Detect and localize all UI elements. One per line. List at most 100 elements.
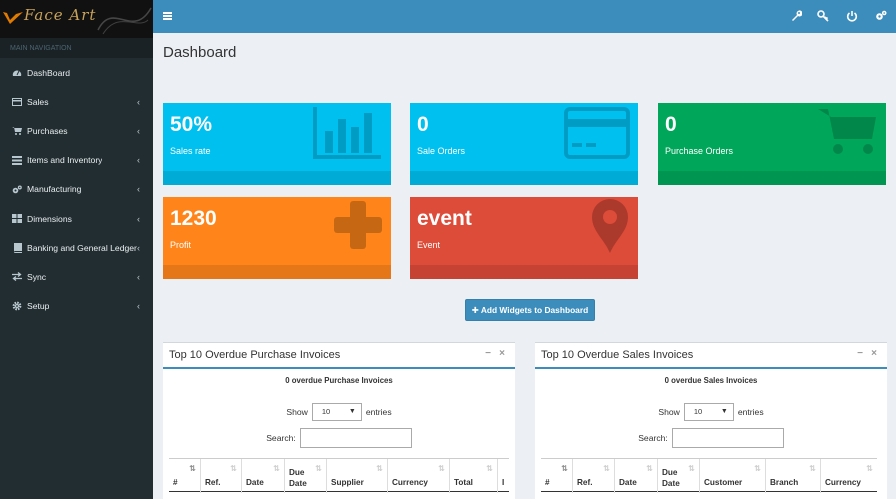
column-header[interactable]: # ⇅ (541, 459, 572, 493)
page-title: Dashboard (163, 44, 237, 61)
chevron-left-icon: ‹ (137, 184, 140, 195)
sort-icon: ⇅ (486, 464, 493, 473)
column-header[interactable]: Ref. ⇅ (572, 459, 614, 493)
show-label: Show (658, 407, 680, 417)
sort-icon: ⇅ (230, 464, 237, 473)
box-value: 0 (417, 113, 429, 136)
key-icon[interactable] (817, 10, 829, 22)
sidebar-item-dimensions[interactable]: Dimensions ‹ (0, 204, 153, 233)
settings-icon[interactable] (875, 10, 887, 22)
plus-icon: ✚ (471, 305, 479, 315)
panel-title: Top 10 Overdue Sales Invoices (541, 349, 694, 361)
entries-label: entries (737, 407, 764, 417)
box-label: Sale Orders (417, 146, 466, 156)
box-label: Sales rate (170, 146, 211, 156)
sidebar-item-dashboard[interactable]: DashBoard (0, 58, 153, 87)
search-label: Search: (266, 433, 296, 443)
column-header[interactable]: Currency ⇅ (820, 459, 877, 493)
power-icon[interactable] (846, 10, 858, 22)
close-icon[interactable]: × (499, 348, 505, 359)
sort-icon: ⇅ (438, 464, 445, 473)
cart-icon (818, 109, 876, 154)
nav-header: MAIN NAVIGATION (0, 38, 153, 58)
cart-icon (12, 126, 22, 136)
sort-icon: ⇅ (315, 464, 322, 473)
box-footer (163, 171, 391, 185)
sidebar-item-purchases[interactable]: Purchases ‹ (0, 116, 153, 145)
column-header[interactable]: Due Date ⇅ (657, 459, 699, 493)
panel-header: Top 10 Overdue Sales Invoices − × (535, 343, 887, 369)
info-box-purchase-orders[interactable]: 0 Purchase Orders (658, 103, 886, 185)
column-header[interactable]: Supplier ⇅ (326, 459, 387, 493)
close-icon[interactable]: × (871, 348, 877, 359)
bar-chart-icon (313, 107, 381, 159)
column-header[interactable]: Total ⇅ (449, 459, 497, 493)
sidebar-item-setup[interactable]: Setup ‹ (0, 292, 153, 321)
column-header[interactable]: # ⇅ (169, 459, 200, 493)
info-box-event[interactable]: event Event (410, 197, 638, 279)
page-size-select[interactable]: 10 ▼ (311, 403, 362, 421)
logo-mark-icon (3, 12, 23, 24)
sidebar-item-label: Sales (27, 96, 49, 107)
search-label: Search: (638, 433, 668, 443)
dashboard-icon (12, 68, 22, 78)
sidebar-item-manufacturing[interactable]: Manufacturing ‹ (0, 175, 153, 204)
chevron-left-icon: ‹ (137, 155, 140, 166)
logo[interactable]: Face Art (0, 0, 153, 38)
show-label: Show (286, 407, 308, 417)
info-box-profit[interactable]: 1230 Profit (163, 197, 391, 279)
exchange-icon (12, 272, 22, 282)
sidebar-item-sales[interactable]: Sales ‹ (0, 87, 153, 116)
sidebar-item-label: Items and Inventory (27, 155, 103, 166)
table-header-row: # ⇅ Ref. ⇅ Date ⇅ Due Date ⇅ Supplier ⇅ Curre… (169, 458, 509, 493)
column-header[interactable]: Currency ⇅ (387, 459, 449, 493)
column-header[interactable]: I (497, 459, 509, 493)
minimize-icon[interactable]: − (485, 348, 491, 359)
sort-icon: ⇅ (376, 464, 383, 473)
page-size-row: Show 10 ▼ entries (535, 403, 887, 421)
sidebar-item-label: DashBoard (27, 67, 70, 78)
table-header-row: # ⇅ Ref. ⇅ Date ⇅ Due Date ⇅ Customer ⇅ Branc… (541, 458, 877, 493)
panel-subtitle: 0 overdue Sales Invoices (664, 376, 758, 385)
column-header[interactable]: Due Date ⇅ (284, 459, 326, 493)
box-label: Event (417, 240, 441, 250)
page-size-select[interactable]: 10 ▼ (683, 403, 734, 421)
box-value: 0 (665, 113, 677, 136)
sidebar-item-label: Dimensions (27, 213, 72, 224)
list-icon (12, 155, 22, 165)
search-row: Search: (163, 428, 515, 448)
column-header[interactable]: Ref. ⇅ (200, 459, 241, 493)
column-header[interactable]: Date ⇅ (614, 459, 657, 493)
sidebar: Face Art MAIN NAVIGATION DashBoard Sales… (0, 0, 153, 499)
search-input[interactable] (299, 428, 412, 448)
top-navbar (153, 0, 896, 33)
wrench-icon[interactable] (790, 10, 802, 22)
box-footer (410, 171, 638, 185)
chevron-left-icon: ‹ (137, 271, 140, 282)
column-header[interactable]: Branch ⇅ (765, 459, 820, 493)
sort-icon: ⇅ (754, 464, 761, 473)
column-header[interactable]: Date ⇅ (241, 459, 284, 493)
add-widgets-label: Add Widgets to Dashboard (480, 305, 589, 315)
map-marker-icon (592, 199, 628, 253)
panel-header: Top 10 Overdue Purchase Invoices − × (163, 343, 515, 369)
logo-swirl-icon (97, 7, 152, 35)
info-box-sale-orders[interactable]: 0 Sale Orders (410, 103, 638, 185)
page-size-row: Show 10 ▼ entries (163, 403, 515, 421)
sidebar-toggle-icon[interactable] (163, 12, 172, 20)
sidebar-item-banking[interactable]: Banking and General Ledger ‹ (0, 233, 153, 262)
box-footer (410, 265, 638, 279)
box-value: 1230 (170, 207, 217, 230)
chevron-down-icon: ▼ (348, 408, 356, 415)
sort-icon: ⇅ (809, 464, 816, 473)
sidebar-item-sync[interactable]: Sync ‹ (0, 262, 153, 291)
logo-text: Face Art (24, 6, 97, 24)
sidebar-item-items-inventory[interactable]: Items and Inventory ‹ (0, 146, 153, 175)
box-footer (658, 171, 886, 185)
column-header[interactable]: Customer ⇅ (699, 459, 765, 493)
minimize-icon[interactable]: − (857, 348, 863, 359)
info-box-sales-rate[interactable]: 50% Sales rate (163, 103, 391, 185)
sort-icon: ⇅ (603, 464, 610, 473)
add-widgets-button[interactable]: ✚ Add Widgets to Dashboard (465, 299, 595, 321)
search-input[interactable] (671, 428, 784, 448)
